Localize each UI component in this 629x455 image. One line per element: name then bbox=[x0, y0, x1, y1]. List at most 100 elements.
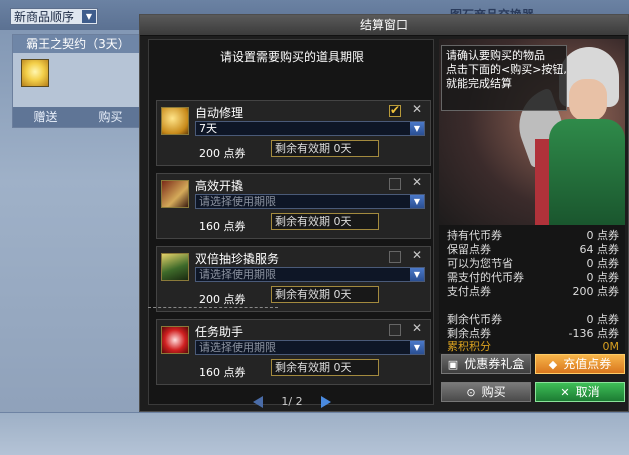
chevron-down-icon: ▼ bbox=[410, 341, 424, 354]
pickaxe-icon bbox=[161, 180, 189, 208]
summary-row: 剩余代币券 0 点券 bbox=[447, 313, 619, 327]
close-icon: ✕ bbox=[560, 386, 570, 399]
summary-value: 0M bbox=[602, 340, 620, 353]
checkout-dialog: 结算窗口 请设置需要购买的道具期限 自动修理 ✕ 7天 ▼ 200 点券 剩余有… bbox=[139, 14, 629, 412]
chevron-down-icon: ▼ bbox=[410, 195, 424, 208]
recharge-button[interactable]: ◆ 充值点券 bbox=[535, 354, 625, 374]
dialog-title: 结算窗口 bbox=[359, 18, 408, 32]
summary-value: 200 点券 bbox=[572, 285, 620, 298]
chevron-down-icon: ▼ bbox=[410, 268, 424, 281]
alert-icon bbox=[161, 326, 189, 354]
sort-dropdown[interactable]: 新商品顺序 ▼ bbox=[10, 8, 98, 25]
page-indicator: 1/ 2 bbox=[281, 395, 303, 408]
shop-item-card: 霸王之契约（3天） 赠送 购买 bbox=[12, 34, 144, 128]
summary-divider bbox=[148, 307, 278, 308]
cancel-button[interactable]: ✕ 取消 bbox=[535, 382, 625, 402]
payment-summary: 持有代币券 0 点券 保留点券 64 点券 可以为您节省 0 点券 需支付的代币… bbox=[439, 225, 625, 353]
summary-row: 保留点券 64 点券 bbox=[447, 243, 619, 257]
summary-label: 支付点券 bbox=[447, 285, 491, 298]
body-shape bbox=[549, 119, 625, 235]
summary-value: 0 点券 bbox=[586, 257, 620, 270]
item-price: 160 点券 bbox=[199, 366, 246, 379]
info-line: 点击下面的<购买>按钮, bbox=[446, 63, 567, 76]
double-service-icon bbox=[161, 253, 189, 281]
summary-row: 支付点券 200 点券 bbox=[447, 285, 619, 299]
remove-icon[interactable]: ✕ bbox=[412, 248, 422, 262]
shop-item-actions: 赠送 购买 bbox=[13, 107, 143, 127]
summary-value: -136 点券 bbox=[568, 327, 619, 340]
item-checkbox[interactable] bbox=[389, 251, 401, 263]
summary-row: 可以为您节省 0 点券 bbox=[447, 257, 619, 271]
coupon-box-button[interactable]: ▣ 优惠券礼盒 bbox=[441, 354, 531, 374]
chevron-down-icon: ▼ bbox=[410, 122, 424, 135]
period-select[interactable]: 7天 ▼ bbox=[195, 121, 425, 136]
remaining-period: 剩余有效期 0天 bbox=[271, 213, 379, 230]
period-select-value: 7天 bbox=[199, 122, 217, 135]
item-price: 200 点券 bbox=[199, 147, 246, 160]
summary-label: 剩余点券 bbox=[447, 327, 491, 340]
item-row: 高效开撬 ✕ 请选择使用期限 ▼ 160 点券 剩余有效期 0天 bbox=[156, 173, 431, 239]
buy-button[interactable]: ⊙ 购买 bbox=[441, 382, 531, 402]
item-price: 200 点券 bbox=[199, 293, 246, 306]
summary-label: 保留点券 bbox=[447, 243, 491, 256]
remove-icon[interactable]: ✕ bbox=[412, 321, 422, 335]
summary-value: 0 点券 bbox=[586, 229, 620, 242]
period-select[interactable]: 请选择使用期限 ▼ bbox=[195, 340, 425, 355]
summary-label: 需支付的代币券 bbox=[447, 271, 524, 284]
buy-label: 购买 bbox=[481, 385, 506, 399]
item-name: 双倍抽珍撬服务 bbox=[195, 252, 280, 266]
summary-label: 累积积分 bbox=[447, 340, 491, 353]
cart-icon: ⊙ bbox=[466, 386, 476, 399]
item-checkbox[interactable] bbox=[389, 324, 401, 336]
cancel-label: 取消 bbox=[575, 385, 600, 399]
item-price: 160 点券 bbox=[199, 220, 246, 233]
period-select-value: 请选择使用期限 bbox=[199, 341, 276, 354]
sort-dropdown-label: 新商品顺序 bbox=[14, 10, 75, 24]
item-name: 任务助手 bbox=[195, 325, 244, 339]
shop-item-icon bbox=[21, 59, 49, 87]
summary-row: 剩余点券 -136 点券 bbox=[447, 327, 619, 341]
face-shape bbox=[569, 79, 607, 121]
summary-value: 64 点券 bbox=[579, 243, 620, 256]
item-row: 自动修理 ✕ 7天 ▼ 200 点券 剩余有效期 0天 bbox=[156, 100, 431, 166]
info-line: 请确认要购买的物品 bbox=[446, 49, 545, 62]
coupon-box-label: 优惠券礼盒 bbox=[464, 357, 525, 371]
summary-row: 累积积分 0M bbox=[447, 340, 619, 354]
next-page-icon[interactable] bbox=[321, 396, 331, 408]
gift-button[interactable]: 赠送 bbox=[13, 107, 78, 127]
period-select[interactable]: 请选择使用期限 ▼ bbox=[195, 267, 425, 282]
summary-label: 剩余代币券 bbox=[447, 313, 502, 326]
shop-item-title: 霸王之契约（3天） bbox=[13, 35, 143, 53]
info-line: 就能完成结算 bbox=[446, 77, 512, 90]
item-row: 任务助手 ✕ 请选择使用期限 ▼ 160 点券 剩余有效期 0天 bbox=[156, 319, 431, 385]
remove-icon[interactable]: ✕ bbox=[412, 102, 422, 116]
coin-icon: ◆ bbox=[548, 358, 558, 371]
summary-label: 持有代币券 bbox=[447, 229, 502, 242]
summary-label: 可以为您节省 bbox=[447, 257, 513, 270]
summary-value: 0 点券 bbox=[586, 271, 620, 284]
pager: 1/ 2 bbox=[149, 395, 435, 413]
item-list-pane: 请设置需要购买的道具期限 自动修理 ✕ 7天 ▼ 200 点券 剩余有效期 0天… bbox=[148, 39, 434, 408]
period-select[interactable]: 请选择使用期限 ▼ bbox=[195, 194, 425, 209]
recharge-label: 充值点券 bbox=[563, 357, 612, 371]
hammer-icon bbox=[161, 107, 189, 135]
summary-row: 持有代币券 0 点券 bbox=[447, 229, 619, 243]
item-checkbox[interactable] bbox=[389, 178, 401, 190]
chevron-down-icon: ▼ bbox=[82, 10, 96, 23]
gift-box-icon: ▣ bbox=[447, 358, 459, 371]
item-checkbox[interactable] bbox=[389, 103, 401, 117]
shop-buy-button[interactable]: 购买 bbox=[78, 107, 143, 127]
shop-bottom-bar bbox=[0, 412, 629, 455]
summary-value: 0 点券 bbox=[586, 313, 620, 326]
dialog-titlebar[interactable]: 结算窗口 bbox=[140, 15, 628, 36]
remove-icon[interactable]: ✕ bbox=[412, 175, 422, 189]
remaining-period: 剩余有效期 0天 bbox=[271, 286, 379, 303]
item-row: 双倍抽珍撬服务 ✕ 请选择使用期限 ▼ 200 点券 剩余有效期 0天 bbox=[156, 246, 431, 312]
item-name: 高效开撬 bbox=[195, 179, 244, 193]
prev-page-icon[interactable] bbox=[253, 396, 263, 408]
item-name: 自动修理 bbox=[195, 106, 244, 120]
remaining-period: 剩余有效期 0天 bbox=[271, 140, 379, 157]
info-box: 请确认要购买的物品 点击下面的<购买>按钮, 就能完成结算 bbox=[441, 45, 567, 111]
period-select-value: 请选择使用期限 bbox=[199, 268, 276, 281]
period-select-value: 请选择使用期限 bbox=[199, 195, 276, 208]
